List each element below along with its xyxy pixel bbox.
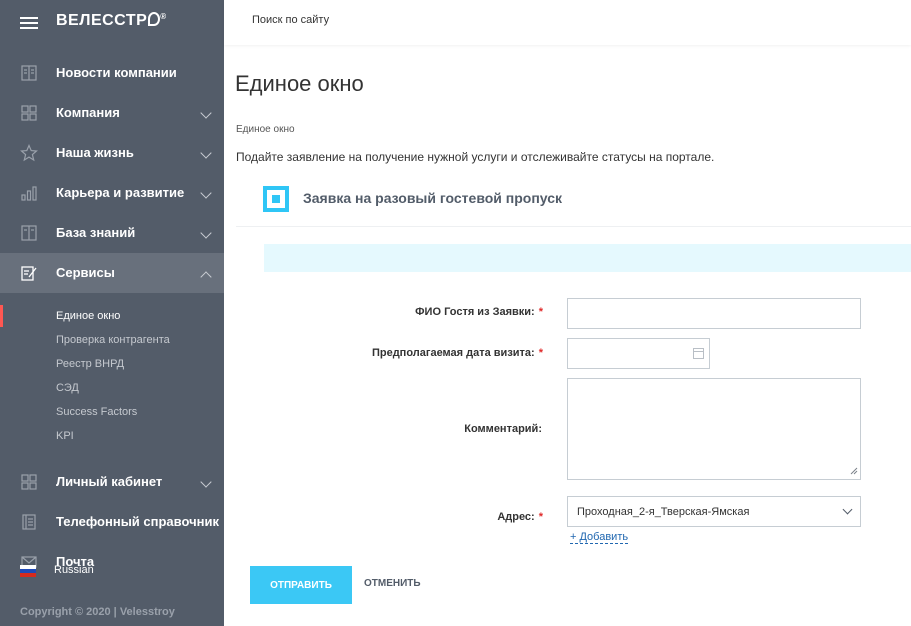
cancel-button[interactable]: ОТМЕНИТЬ	[364, 578, 421, 589]
sidebar-item-our-life[interactable]: Наша жизнь	[0, 133, 224, 173]
form-square-icon	[263, 186, 289, 212]
sidebar: ВЕЛЕССТР ® Новости компании Компания Наша…	[0, 0, 224, 626]
chevron-down-icon[interactable]	[200, 187, 212, 199]
sidebar-item-knowledge-base[interactable]: База знаний	[0, 213, 224, 253]
book-icon	[21, 225, 37, 241]
phonebook-icon	[22, 514, 36, 530]
sidebar-subitem-sed[interactable]: СЭД	[56, 382, 79, 394]
language-label: Russian	[54, 564, 94, 576]
sidebar-item-label: База знаний	[56, 225, 136, 240]
address-select[interactable]: Проходная_2-я_Тверская-Ямская	[567, 496, 861, 527]
comment-textarea[interactable]	[567, 378, 861, 480]
breadcrumb[interactable]: Единое окно	[236, 124, 295, 135]
grid-icon	[21, 105, 37, 121]
sidebar-header: ВЕЛЕССТР ®	[0, 0, 224, 45]
chevron-down-icon[interactable]	[200, 227, 212, 239]
company-logo[interactable]: ВЕЛЕССТР ®	[56, 12, 167, 30]
chevron-down-icon[interactable]	[200, 147, 212, 159]
chevron-down-icon[interactable]	[200, 107, 212, 119]
sidebar-item-personal-account[interactable]: Личный кабинет	[0, 462, 224, 502]
search-input[interactable]: Поиск по сайту	[252, 14, 329, 26]
guest-name-label: ФИО Гостя из Заявки: *	[415, 306, 543, 318]
sidebar-subitem-single-window[interactable]: Единое окно	[56, 310, 120, 322]
resize-grip-icon[interactable]	[850, 467, 858, 475]
visit-date-input[interactable]	[567, 338, 710, 369]
sidebar-subitem-success-factors[interactable]: Success Factors	[56, 406, 137, 418]
info-band	[264, 244, 911, 272]
sidebar-item-label: Карьера и развитие	[56, 185, 185, 200]
guest-name-input[interactable]	[567, 298, 861, 329]
sidebar-subitem-counterparty-check[interactable]: Проверка контрагента	[56, 334, 170, 346]
sidebar-item-label: Сервисы	[56, 265, 115, 280]
chevron-up-icon[interactable]	[200, 271, 212, 283]
sidebar-item-label: Наша жизнь	[56, 145, 134, 160]
menu-icon[interactable]	[20, 17, 38, 29]
sidebar-subitem-kpi[interactable]: KPI	[56, 430, 74, 442]
address-select-value: Проходная_2-я_Тверская-Ямская	[577, 506, 750, 518]
language-selector[interactable]: Russian	[20, 563, 220, 583]
newspaper-icon	[21, 65, 37, 81]
add-address-link[interactable]: + Добавить	[570, 531, 629, 544]
active-item-marker	[0, 305, 3, 327]
sidebar-item-label: Новости компании	[56, 65, 177, 80]
address-label: Адрес: *	[497, 511, 543, 523]
visit-date-label: Предполагаемая дата визита: *	[371, 347, 543, 359]
sidebar-item-label: Компания	[56, 105, 120, 120]
page-title: Единое окно	[235, 71, 364, 96]
comment-label: Комментарий:	[464, 423, 542, 435]
page-intro: Подайте заявление на получение нужной ус…	[236, 150, 715, 164]
star-icon	[20, 144, 38, 162]
sidebar-item-label: Личный кабинет	[56, 474, 163, 489]
calendar-icon[interactable]	[693, 348, 704, 359]
sidebar-item-phonebook[interactable]: Телефонный справочник	[0, 502, 224, 542]
divider	[236, 226, 911, 227]
sidebar-item-label: Телефонный справочник	[56, 514, 219, 529]
chart-icon	[21, 186, 37, 201]
grid-icon	[21, 474, 37, 490]
sidebar-item-company[interactable]: Компания	[0, 93, 224, 133]
sidebar-item-services[interactable]: Сервисы	[0, 253, 224, 293]
form-title: Заявка на разовый гостевой пропуск	[303, 190, 563, 206]
sidebar-subitem-vnrd-registry[interactable]: Реестр ВНРД	[56, 358, 124, 370]
edit-icon	[21, 266, 37, 281]
chevron-down-icon	[842, 504, 853, 515]
top-bar: Поиск по сайту	[224, 0, 911, 45]
russian-flag-icon	[20, 565, 36, 577]
submit-button[interactable]: ОТПРАВИТЬ	[250, 566, 352, 604]
chevron-down-icon[interactable]	[200, 476, 212, 488]
copyright-text: Copyright © 2020 | Velesstroy	[20, 606, 175, 618]
sidebar-item-career[interactable]: Карьера и развитие	[0, 173, 224, 213]
sidebar-item-news[interactable]: Новости компании	[0, 53, 224, 93]
